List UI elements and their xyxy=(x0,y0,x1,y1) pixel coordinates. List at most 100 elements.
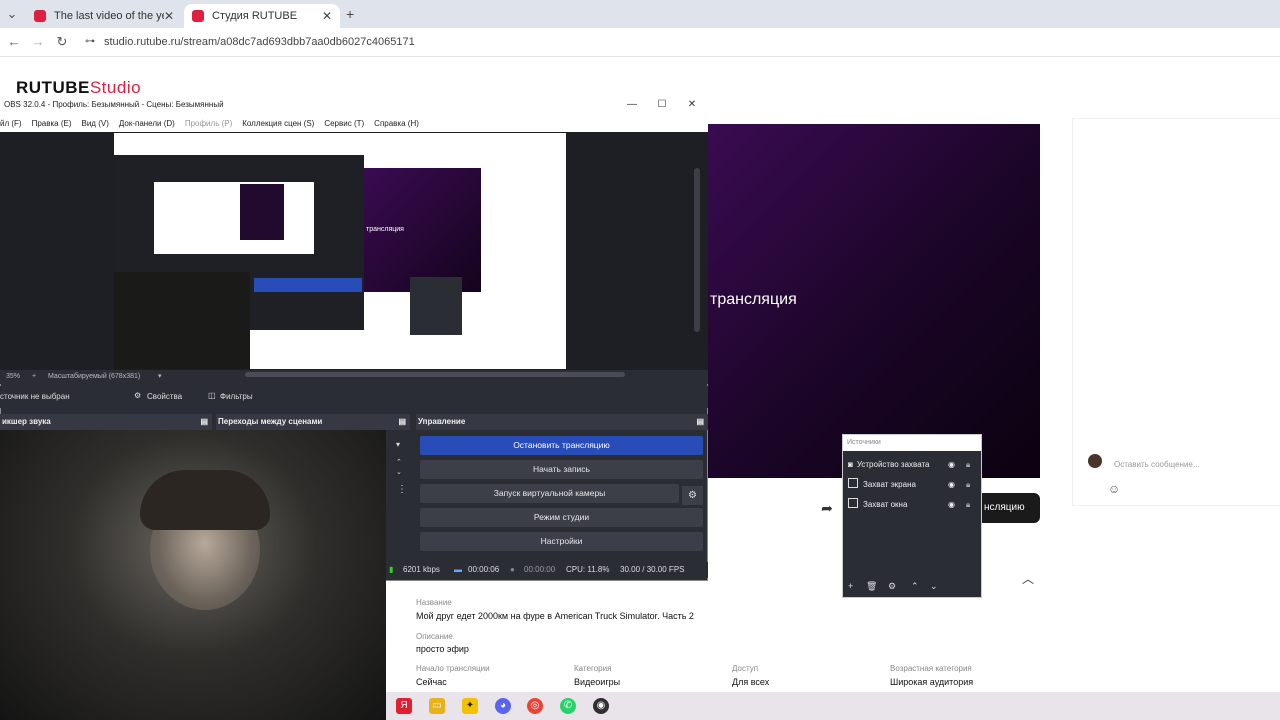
virtual-camera-button[interactable]: Запуск виртуальной камеры xyxy=(420,484,679,503)
add-icon[interactable]: + xyxy=(848,581,853,591)
monitor-icon xyxy=(848,478,858,488)
app-icon[interactable]: ✦ xyxy=(462,698,478,714)
stream-icon: ▬ xyxy=(454,565,462,574)
nested-browser xyxy=(154,182,314,254)
audio-mixer-header: икшер звука ▤ xyxy=(0,414,212,430)
source-item[interactable]: Захват экрана ◉ 🔒︎ xyxy=(848,477,978,493)
tab-search-icon[interactable]: ⌄ xyxy=(4,6,20,22)
reload-icon[interactable]: ↻ xyxy=(54,34,70,50)
menu-file[interactable]: йл (F) xyxy=(0,119,22,128)
menu-view[interactable]: Вид (V) xyxy=(82,119,109,128)
category-label: Категория xyxy=(574,664,612,673)
start-recording-button[interactable]: Начать запись xyxy=(420,460,703,479)
chevron-down-icon[interactable]: ⌄ xyxy=(396,468,402,476)
close-icon[interactable]: ✕ xyxy=(322,9,332,23)
studio-mode-button[interactable]: Режим студии xyxy=(420,508,703,527)
controls-header: Управление ▤ xyxy=(416,414,708,430)
whatsapp-icon[interactable]: ✆ xyxy=(560,698,576,714)
obs-status-bar: ▮ 6201 kbps ▬ 00:00:06 ● 00:00:00 CPU: 1… xyxy=(386,562,708,578)
stream-time: 00:00:06 xyxy=(468,565,500,574)
signal-icon: ▮ xyxy=(389,565,394,574)
source-toolbar: сточник не выбран ⚙ Свойства ◫ Фильтры xyxy=(0,386,708,408)
webcam-hair xyxy=(140,470,270,530)
gear-icon[interactable]: ⚙ xyxy=(888,581,896,592)
chevron-up-icon[interactable]: ⌃ xyxy=(911,581,919,592)
gear-icon[interactable]: ⚙ xyxy=(134,391,141,400)
chrome-icon[interactable]: ◎ xyxy=(527,698,543,714)
url-field[interactable]: studio.rutube.ru/stream/a08dc7ad693dbb7a… xyxy=(104,34,415,50)
chevron-down-icon[interactable]: ▾ xyxy=(158,370,162,384)
nested-stop-button xyxy=(254,278,362,292)
filter-icon[interactable]: ◫ xyxy=(208,391,216,400)
vertical-scrollbar[interactable] xyxy=(694,168,700,332)
settings-button[interactable]: Настройки xyxy=(420,532,703,551)
desc-value: просто эфир xyxy=(416,644,469,654)
eye-icon[interactable]: ◉ xyxy=(948,477,955,493)
name-value: Мой друг едет 2000км на фуре в American … xyxy=(416,611,694,621)
menu-help[interactable]: Справка (H) xyxy=(374,119,419,128)
stop-stream-button[interactable]: нсляцию xyxy=(982,493,1040,523)
eye-icon[interactable]: ◉ xyxy=(948,457,955,473)
site-info-icon[interactable]: ⊶ xyxy=(82,34,98,50)
lock-icon[interactable]: 🔒︎ xyxy=(966,497,970,513)
obs-title: OBS 32.0.4 - Профиль: Безымянный - Сцены… xyxy=(0,95,708,115)
scale-mode[interactable]: Масштабируемый (678x381) xyxy=(48,370,140,384)
chevron-down-icon[interactable]: ▾ xyxy=(396,440,400,449)
dock-title: Переходы между сценами xyxy=(218,417,323,426)
dock-menu-icon[interactable]: ▤ xyxy=(200,414,208,430)
share-icon[interactable]: ➦ xyxy=(818,500,836,518)
age-value: Широкая аудитория xyxy=(890,677,974,687)
close-icon[interactable]: ✕ xyxy=(678,95,706,115)
stop-streaming-button[interactable]: Остановить трансляцию xyxy=(420,436,703,455)
horizontal-scrollbar[interactable] xyxy=(245,372,625,377)
no-source-label: сточник не выбран xyxy=(0,392,70,401)
menu-tools[interactable]: Сервис (T) xyxy=(324,119,364,128)
properties-button[interactable]: Свойства xyxy=(147,392,182,401)
obs-icon[interactable]: ◉ xyxy=(593,698,609,714)
maximize-icon[interactable]: ☐ xyxy=(648,95,676,115)
bitrate: 6201 kbps xyxy=(403,565,440,574)
new-tab-button[interactable]: + xyxy=(346,6,354,22)
menu-scene-collection[interactable]: Коллекция сцен (S) xyxy=(242,119,314,128)
chevron-up-icon[interactable]: ︿ xyxy=(1022,570,1034,587)
rutube-favicon xyxy=(192,10,204,22)
discord-icon[interactable]: ◕ xyxy=(495,698,511,714)
plus-icon[interactable]: + xyxy=(32,370,36,384)
chevron-up-icon[interactable]: ⌃ xyxy=(396,458,402,466)
forward-icon[interactable]: → xyxy=(30,34,46,50)
dock-menu-icon[interactable]: ▤ xyxy=(398,414,406,430)
source-item[interactable]: Захват окна ◉ 🔒︎ xyxy=(848,497,978,513)
gear-icon[interactable]: ⚙ xyxy=(682,486,703,505)
lock-icon[interactable]: 🔒︎ xyxy=(966,477,970,493)
nested-preview xyxy=(240,184,284,240)
tab-studio[interactable]: Студия RUTUBE ✕ xyxy=(184,4,340,28)
tab-title: Студия RUTUBE xyxy=(212,10,298,22)
age-label: Возрастная категория xyxy=(890,664,972,673)
source-name: Захват экрана xyxy=(863,480,916,489)
filters-button[interactable]: Фильтры xyxy=(220,392,253,401)
zoom-level[interactable]: 35% xyxy=(6,370,20,384)
menu-docks[interactable]: Док-панели (D) xyxy=(119,119,175,128)
yandex-icon[interactable]: Я xyxy=(396,698,412,714)
camera-icon: ◙ xyxy=(848,460,853,469)
menu-edit[interactable]: Правка (E) xyxy=(32,119,72,128)
chat-input[interactable]: Оставить сообщение... xyxy=(1114,460,1200,469)
more-icon[interactable]: ⋮ xyxy=(397,484,407,495)
eye-icon[interactable]: ◉ xyxy=(948,497,955,513)
lock-icon[interactable]: 🔒︎ xyxy=(966,457,970,473)
record-icon: ● xyxy=(510,565,515,574)
obs-menu-bar: йл (F) Правка (E) Вид (V) Док-панели (D)… xyxy=(0,115,708,132)
close-icon[interactable]: ✕ xyxy=(164,9,174,23)
tab-video[interactable]: The last video of the year | M ✕ xyxy=(26,4,182,28)
desc-label: Описание xyxy=(416,632,453,641)
transition-controls: ▾ ⌃ ⌄ ⋮ xyxy=(388,434,412,554)
back-icon[interactable]: ← xyxy=(6,34,22,50)
dock-menu-icon[interactable]: ▤ xyxy=(696,414,704,430)
chevron-down-icon[interactable]: ⌄ xyxy=(930,581,938,592)
menu-profile[interactable]: Профиль (P) xyxy=(185,119,232,128)
minimize-icon[interactable]: — xyxy=(618,95,646,115)
source-item[interactable]: ◙ Устройство захвата ◉ 🔒︎ xyxy=(848,457,978,473)
emoji-icon[interactable]: ☺ xyxy=(1108,482,1120,496)
folder-icon[interactable]: ▭ xyxy=(429,698,445,714)
trash-icon[interactable]: 🗑︎ xyxy=(866,581,877,592)
